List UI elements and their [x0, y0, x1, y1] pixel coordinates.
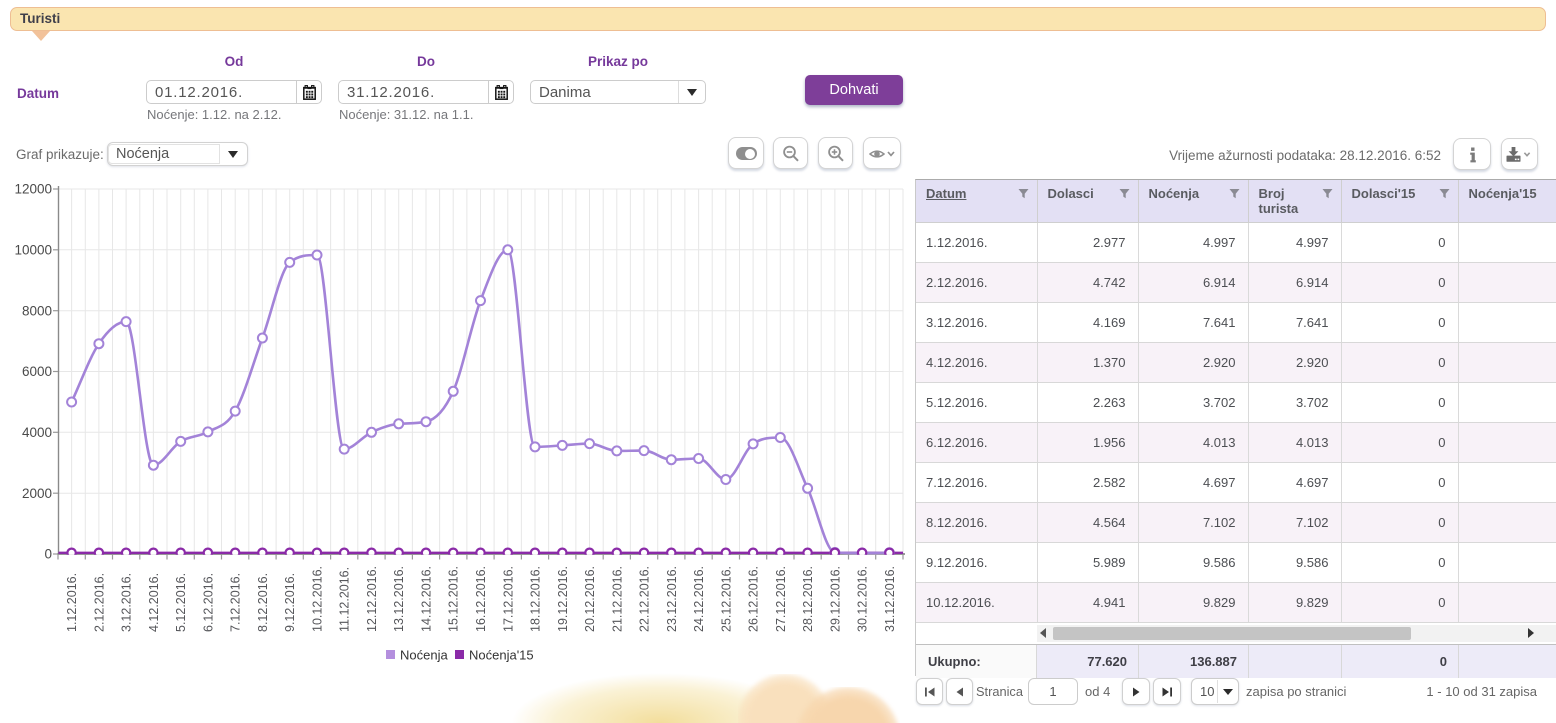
svg-text:19.12.2016.: 19.12.2016.: [556, 566, 570, 632]
svg-text:12000: 12000: [14, 182, 52, 197]
svg-text:7.12.2016.: 7.12.2016.: [229, 573, 243, 632]
svg-text:29.12.2016.: 29.12.2016.: [828, 566, 842, 632]
svg-text:18.12.2016.: 18.12.2016.: [529, 566, 543, 632]
svg-text:17.12.2016.: 17.12.2016.: [501, 566, 515, 632]
svg-text:8000: 8000: [22, 303, 52, 318]
svg-text:12.12.2016.: 12.12.2016.: [365, 566, 379, 632]
svg-text:10.12.2016.: 10.12.2016.: [311, 566, 325, 632]
svg-text:15.12.2016.: 15.12.2016.: [447, 566, 461, 632]
svg-text:2000: 2000: [22, 486, 52, 501]
svg-text:2.12.2016.: 2.12.2016.: [92, 573, 106, 632]
svg-text:22.12.2016.: 22.12.2016.: [638, 566, 652, 632]
svg-text:30.12.2016.: 30.12.2016.: [856, 566, 870, 632]
svg-text:Noćenja: Noćenja: [400, 648, 448, 663]
svg-text:20.12.2016.: 20.12.2016.: [583, 566, 597, 632]
svg-text:11.12.2016.: 11.12.2016.: [338, 567, 352, 632]
svg-text:4000: 4000: [22, 425, 52, 440]
svg-text:31.12.2016.: 31.12.2016.: [883, 566, 897, 632]
svg-text:0: 0: [44, 547, 52, 562]
svg-text:3.12.2016.: 3.12.2016.: [120, 573, 134, 632]
svg-text:10000: 10000: [14, 243, 52, 258]
svg-text:5.12.2016.: 5.12.2016.: [174, 573, 188, 632]
svg-text:6.12.2016.: 6.12.2016.: [201, 573, 215, 632]
svg-text:27.12.2016.: 27.12.2016.: [774, 566, 788, 632]
svg-text:9.12.2016.: 9.12.2016.: [283, 573, 297, 632]
svg-text:Noćenja'15: Noćenja'15: [469, 648, 534, 663]
svg-text:23.12.2016.: 23.12.2016.: [665, 566, 679, 632]
svg-text:1.12.2016.: 1.12.2016.: [65, 573, 79, 632]
svg-text:21.12.2016.: 21.12.2016.: [610, 566, 624, 632]
svg-text:28.12.2016.: 28.12.2016.: [801, 566, 815, 632]
svg-text:26.12.2016.: 26.12.2016.: [747, 566, 761, 632]
svg-text:4.12.2016.: 4.12.2016.: [147, 573, 161, 632]
svg-text:8.12.2016.: 8.12.2016.: [256, 573, 270, 632]
svg-text:16.12.2016.: 16.12.2016.: [474, 566, 488, 632]
svg-text:25.12.2016.: 25.12.2016.: [719, 566, 733, 632]
svg-text:13.12.2016.: 13.12.2016.: [392, 566, 406, 632]
svg-text:6000: 6000: [22, 364, 52, 379]
svg-text:14.12.2016.: 14.12.2016.: [420, 566, 434, 632]
svg-text:24.12.2016.: 24.12.2016.: [692, 566, 706, 632]
